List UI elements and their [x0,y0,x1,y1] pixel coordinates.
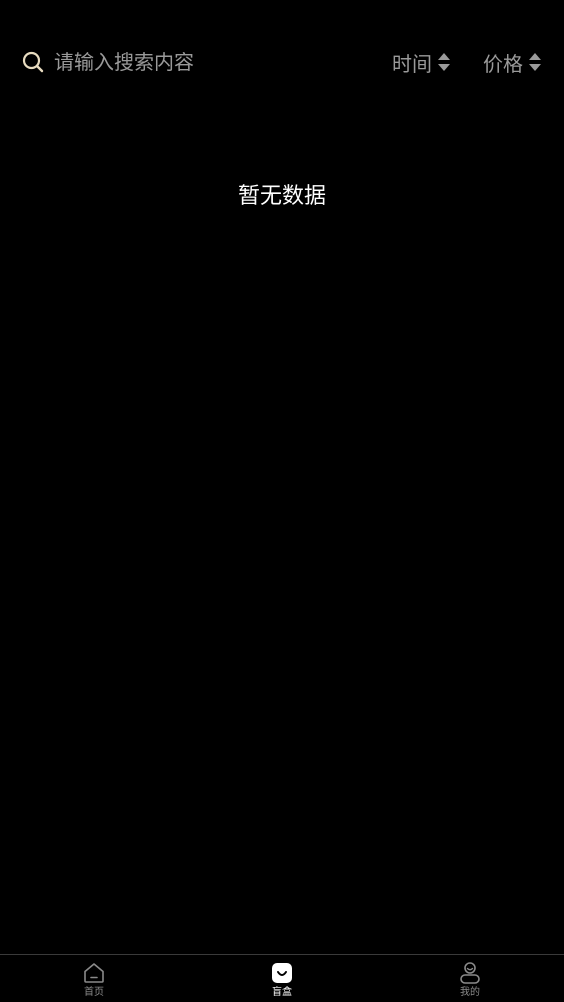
empty-state-message: 暂无数据 [237,184,326,209]
profile-icon [458,961,482,985]
tab-home-label: 首页 [84,987,104,998]
sort-price-label: 价格 [483,51,523,76]
tab-profile[interactable]: 我的 [376,955,564,1002]
tab-profile-label: 我的 [460,987,480,998]
sort-time-label: 时间 [392,51,432,76]
home-icon [82,961,106,985]
search-icon [22,51,44,73]
search-box[interactable] [22,48,314,76]
sort-by-time-button[interactable]: 时间 [392,48,450,76]
sort-by-price-button[interactable]: 价格 [483,48,541,76]
blind-box-icon [270,961,294,985]
search-bar: 时间 价格 [0,38,564,86]
sort-arrows-icon [438,53,450,71]
tab-blind-box-label: 盲盒 [272,987,292,998]
search-input[interactable] [54,50,314,74]
tab-blind-box[interactable]: 盲盒 [188,955,376,1002]
bottom-tab-bar: 首页 盲盒 我的 [0,954,564,1002]
page: 时间 价格 暂无数据 [0,0,564,1002]
tab-home[interactable]: 首页 [0,955,188,1002]
sort-arrows-icon [529,53,541,71]
